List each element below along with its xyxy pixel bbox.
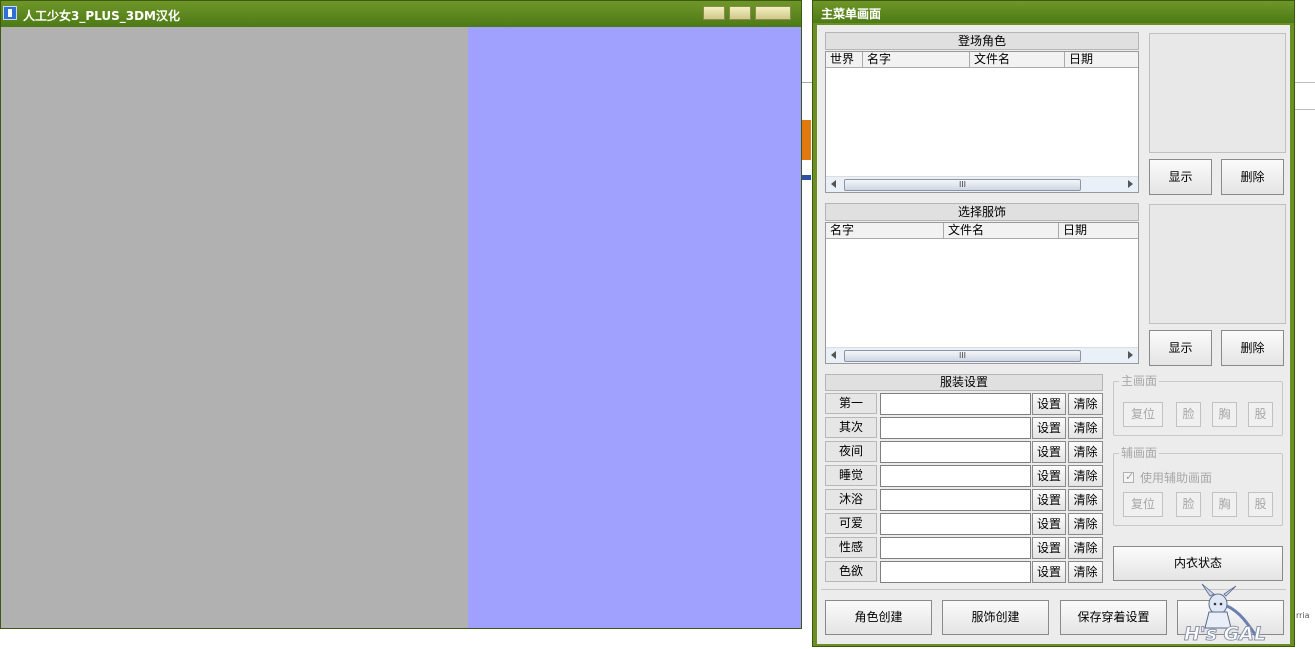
app-icon[interactable] <box>3 6 17 20</box>
clothing-row-input[interactable] <box>880 489 1031 511</box>
column-header-name[interactable]: 名字 <box>826 223 944 239</box>
clothing-row-input[interactable] <box>880 465 1031 487</box>
scroll-right-arrow-icon[interactable] <box>1128 351 1133 359</box>
render-pane-left[interactable] <box>1 27 468 628</box>
aux-view-chest-button[interactable]: 胸 <box>1212 492 1237 517</box>
clothing-row-input[interactable] <box>880 513 1031 535</box>
aux-view-hip-button[interactable]: 股 <box>1248 492 1273 517</box>
main-menu-window: 主菜单画面 登场角色 世界 名字 文件名 日期 III 显示 删除 选择服饰 名… <box>812 0 1295 647</box>
clothing-settings-header: 服装设置 <box>825 374 1103 391</box>
clothing-row-clear-button[interactable]: 清除 <box>1068 561 1103 583</box>
column-header-date[interactable]: 日期 <box>1059 223 1138 239</box>
clothing-row-label: 睡觉 <box>825 465 877 486</box>
clothing-row-clear-button[interactable]: 清除 <box>1068 441 1103 463</box>
background-window-edge-right <box>1295 82 1315 110</box>
aux-view-checkbox-label[interactable]: 使用辅助画面 <box>1140 469 1212 486</box>
clothing-row-label: 其次 <box>825 417 877 438</box>
clothing-row-set-button[interactable]: 设置 <box>1032 489 1066 511</box>
game-window-title: 人工少女3_PLUS_3DM汉化 <box>23 9 181 23</box>
clothing-row-label: 夜间 <box>825 441 877 462</box>
close-button[interactable] <box>755 6 791 20</box>
clothing-row-set-button[interactable]: 设置 <box>1032 513 1066 535</box>
create-outfit-button[interactable]: 服饰创建 <box>942 600 1049 635</box>
game-window: 人工少女3_PLUS_3DM汉化 <box>0 0 802 629</box>
clothing-row-set-button[interactable]: 设置 <box>1032 537 1066 559</box>
underwear-state-button[interactable]: 内衣状态 <box>1113 546 1283 581</box>
character-preview <box>1149 33 1286 153</box>
minimize-button[interactable] <box>703 6 725 20</box>
column-header-filename[interactable]: 文件名 <box>944 223 1059 239</box>
column-header-name[interactable]: 名字 <box>863 52 970 68</box>
hsgal-logo: H's GAL <box>1184 583 1267 644</box>
clothing-row-clear-button[interactable]: 清除 <box>1068 489 1103 511</box>
show-character-button[interactable]: 显示 <box>1149 159 1212 195</box>
clothing-row-set-button[interactable]: 设置 <box>1032 417 1066 439</box>
aux-view-reset-button[interactable]: 复位 <box>1123 492 1163 517</box>
column-header-world[interactable]: 世界 <box>826 52 863 68</box>
outfits-header: 选择服饰 <box>825 203 1139 221</box>
delete-outfit-button[interactable]: 删除 <box>1221 330 1284 366</box>
clothing-row-clear-button[interactable]: 清除 <box>1068 513 1103 535</box>
clothing-row-label: 色欲 <box>825 561 877 582</box>
aux-view-checkbox[interactable] <box>1123 470 1134 483</box>
clothing-row-input[interactable] <box>880 441 1031 463</box>
outfit-preview <box>1149 204 1286 324</box>
scroll-left-arrow-icon[interactable] <box>831 180 836 188</box>
main-view-chest-button[interactable]: 胸 <box>1212 402 1237 427</box>
save-wear-settings-button[interactable]: 保存穿着设置 <box>1060 600 1167 635</box>
create-character-button[interactable]: 角色创建 <box>825 600 932 635</box>
scroll-right-arrow-icon[interactable] <box>1128 180 1133 188</box>
main-menu-body: 登场角色 世界 名字 文件名 日期 III 显示 删除 选择服饰 名字 文件名 … <box>817 25 1290 644</box>
column-header-date[interactable]: 日期 <box>1065 52 1138 68</box>
delete-character-button[interactable]: 删除 <box>1221 159 1284 195</box>
aux-view-legend: 辅画面 <box>1119 446 1160 460</box>
clothing-row-input[interactable] <box>880 537 1031 559</box>
main-view-reset-button[interactable]: 复位 <box>1123 402 1163 427</box>
background-orange-element <box>802 120 811 160</box>
aux-view-face-button[interactable]: 脸 <box>1176 492 1201 517</box>
restore-button[interactable] <box>729 6 751 20</box>
clothing-row-input[interactable] <box>880 417 1031 439</box>
scroll-left-arrow-icon[interactable] <box>831 351 836 359</box>
characters-hscrollbar[interactable]: III <box>826 176 1138 192</box>
clothing-row-set-button[interactable]: 设置 <box>1032 561 1066 583</box>
main-menu-title: 主菜单画面 <box>821 7 882 21</box>
clothing-row-clear-button[interactable]: 清除 <box>1068 417 1103 439</box>
clothing-row-set-button[interactable]: 设置 <box>1032 393 1066 415</box>
main-menu-titlebar[interactable]: 主菜单画面 <box>813 1 1294 23</box>
background-blue-element <box>802 175 811 180</box>
outfits-hscrollbar[interactable]: III <box>826 347 1138 363</box>
main-view-legend: 主画面 <box>1119 374 1160 388</box>
clothing-row-label: 沐浴 <box>825 489 877 510</box>
game-titlebar[interactable]: 人工少女3_PLUS_3DM汉化 <box>1 1 801 27</box>
characters-list[interactable]: 世界 名字 文件名 日期 III <box>825 51 1139 193</box>
scroll-thumb[interactable]: III <box>844 179 1081 191</box>
clothing-row-input[interactable] <box>880 561 1031 583</box>
main-view-face-button[interactable]: 脸 <box>1176 402 1201 427</box>
outfits-list[interactable]: 名字 文件名 日期 III <box>825 222 1139 364</box>
clothing-row-clear-button[interactable]: 清除 <box>1068 537 1103 559</box>
clothing-row-input[interactable] <box>880 393 1031 415</box>
clothing-row-label: 性感 <box>825 537 877 558</box>
clothing-row-clear-button[interactable]: 清除 <box>1068 393 1103 415</box>
clothing-row-set-button[interactable]: 设置 <box>1032 465 1066 487</box>
characters-header: 登场角色 <box>825 32 1139 50</box>
scroll-thumb[interactable]: III <box>844 350 1081 362</box>
main-view-hip-button[interactable]: 股 <box>1248 402 1273 427</box>
game-viewport[interactable] <box>1 27 801 628</box>
clothing-row-label: 第一 <box>825 393 877 414</box>
logo-text: H's GAL <box>1184 623 1266 644</box>
show-outfit-button[interactable]: 显示 <box>1149 330 1212 366</box>
render-pane-right[interactable] <box>468 27 801 628</box>
clothing-row-clear-button[interactable]: 清除 <box>1068 465 1103 487</box>
clothing-row-set-button[interactable]: 设置 <box>1032 441 1066 463</box>
background-text: rria <box>1296 611 1310 620</box>
clothing-row-label: 可爱 <box>825 513 877 534</box>
column-header-filename[interactable]: 文件名 <box>970 52 1065 68</box>
